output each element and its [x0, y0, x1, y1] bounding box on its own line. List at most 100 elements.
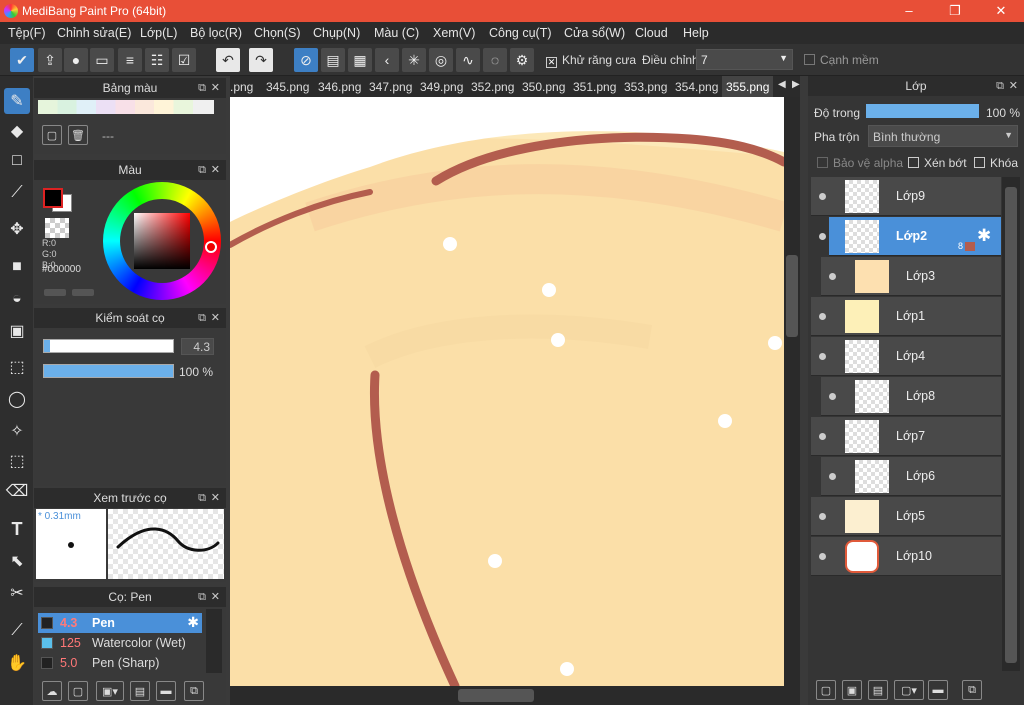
popout-icon[interactable]: ⧉ — [198, 78, 206, 98]
brush-tool-icon[interactable]: ✎ — [4, 88, 30, 114]
magic-wand-tool-icon[interactable]: ✧ — [4, 418, 30, 444]
add-color-button[interactable] — [44, 289, 66, 296]
layer-row[interactable]: Lớp3 — [821, 257, 1001, 296]
tab-file[interactable]: 354.png — [675, 80, 718, 94]
select-pen-tool-icon[interactable]: ⬚ — [4, 448, 30, 474]
hand-tool-icon[interactable]: ✋ — [4, 650, 30, 676]
perspective-snap-icon[interactable]: ‹ — [375, 48, 399, 72]
select-eraser-tool-icon[interactable]: ⌫ — [4, 478, 30, 504]
fill-rect-tool-icon[interactable]: ■ — [4, 254, 30, 280]
new-1bit-layer-icon[interactable]: ▤ — [868, 680, 888, 700]
soft-edge-checkbox[interactable] — [804, 54, 815, 65]
dot-tool-icon[interactable]: ⟋ — [4, 180, 30, 206]
new-halftone-layer-icon[interactable]: ▣ — [842, 680, 862, 700]
scrollbar-thumb[interactable] — [1005, 187, 1017, 663]
close-icon[interactable]: ✕ — [211, 160, 220, 180]
blend-mode-select[interactable]: Bình thường ▼ — [868, 125, 1018, 147]
visibility-eye-icon[interactable] — [819, 193, 826, 200]
delete-palette-icon[interactable]: 🗑 — [68, 125, 88, 145]
menu-color[interactable]: Màu (C) — [374, 26, 419, 40]
canvas[interactable] — [230, 97, 784, 686]
menu-filter[interactable]: Bộ lọc(R) — [190, 26, 242, 40]
popout-icon[interactable]: ⧉ — [996, 76, 1004, 96]
maximize-button[interactable]: ❐ — [932, 0, 978, 22]
list-icon[interactable]: ☷ — [145, 48, 169, 72]
tab-file[interactable]: 353.png — [624, 80, 667, 94]
curve-snap-icon[interactable]: ∿ — [456, 48, 480, 72]
hue-handle[interactable] — [205, 241, 217, 253]
share-icon[interactable]: ⇪ — [38, 48, 62, 72]
visibility-eye-icon[interactable] — [819, 553, 826, 560]
menu-tools[interactable]: Công cụ(T) — [489, 26, 552, 40]
menu-layer[interactable]: Lớp(L) — [140, 26, 177, 40]
canvas-vertical-scrollbar[interactable] — [784, 97, 800, 686]
layer-row[interactable]: Lớp9 — [811, 177, 1001, 216]
menu-file[interactable]: Tệp(F) — [8, 26, 46, 40]
cloud-save-icon[interactable]: ✔ — [10, 48, 34, 72]
gradient-tool-icon[interactable]: ▣ — [4, 318, 30, 344]
brush-settings-icon[interactable]: ▤ — [130, 681, 150, 701]
comment-icon[interactable]: ● — [64, 48, 88, 72]
layer-list-scrollbar[interactable] — [1002, 177, 1020, 671]
menu-cloud[interactable]: Cloud — [635, 26, 668, 40]
close-icon[interactable]: ✕ — [211, 587, 220, 607]
popout-icon[interactable]: ⧉ — [198, 308, 206, 328]
close-button[interactable]: ✕ — [978, 0, 1024, 22]
brush-menu-icon[interactable]: ▣▾ — [96, 681, 124, 701]
eyedropper-button[interactable] — [72, 289, 94, 296]
tab-file[interactable]: 352.png — [471, 80, 514, 94]
clipping-checkbox[interactable] — [908, 157, 919, 168]
menu-view[interactable]: Xem(V) — [433, 26, 475, 40]
canvas-horizontal-scrollbar[interactable] — [230, 686, 800, 705]
layer-row[interactable]: Lớp6 — [821, 457, 1001, 496]
snap-settings-icon[interactable]: ⚙ — [510, 48, 534, 72]
tab-file[interactable]: 349.png — [420, 80, 463, 94]
transparent-color-swatch[interactable] — [45, 218, 69, 238]
close-icon[interactable]: ✕ — [211, 488, 220, 508]
popout-icon[interactable]: ⧉ — [198, 488, 206, 508]
brush-size-input[interactable]: 4.3 — [181, 338, 214, 355]
menu-snap[interactable]: Chụp(N) — [313, 26, 360, 40]
menu-help[interactable]: Help — [683, 26, 709, 40]
saturation-value-square[interactable] — [134, 213, 190, 269]
minimize-button[interactable]: – — [886, 0, 932, 22]
shape-tool-icon[interactable]: □ — [4, 148, 30, 174]
parallel-snap-icon[interactable]: ▤ — [321, 48, 345, 72]
visibility-eye-icon[interactable] — [829, 393, 836, 400]
visibility-eye-icon[interactable] — [819, 353, 826, 360]
new-palette-icon[interactable]: ▢ — [42, 125, 62, 145]
antialias-checkbox[interactable]: ✕ — [546, 57, 557, 68]
tab-scroll-right-icon[interactable]: ▶ — [792, 79, 800, 90]
layer-row-selected[interactable]: Lớp2 8 ✱ — [819, 217, 1001, 256]
visibility-eye-icon[interactable] — [829, 473, 836, 480]
concentric-snap-icon[interactable]: ◎ — [429, 48, 453, 72]
layer-row[interactable]: Lớp5 — [811, 497, 1001, 536]
brush-item-watercolor[interactable]: 125 Watercolor (Wet) — [38, 633, 202, 653]
tab-active[interactable]: 355.png — [722, 76, 774, 97]
move-tool-icon[interactable]: ✥ — [4, 216, 30, 242]
operation-tool-icon[interactable]: ⬉ — [4, 548, 30, 574]
redo-icon[interactable]: ↷ — [249, 48, 273, 72]
layer-row[interactable]: Lớp10 — [811, 537, 1001, 576]
popout-icon[interactable]: ⧉ — [198, 160, 206, 180]
palette-swatches[interactable] — [38, 100, 214, 114]
tab-scroll-left-icon[interactable]: ◀ — [778, 79, 786, 90]
divide-tool-icon[interactable]: ✂ — [4, 580, 30, 606]
tab-file[interactable]: 345.png — [266, 80, 309, 94]
text-tool-icon[interactable]: T — [4, 516, 30, 542]
protect-alpha-checkbox[interactable] — [817, 157, 828, 168]
adjust-select[interactable]: 7 ▼ — [696, 49, 793, 70]
visibility-eye-icon[interactable] — [819, 313, 826, 320]
foreground-color-swatch[interactable] — [43, 188, 63, 208]
ellipse-snap-icon[interactable]: ◌ — [483, 48, 507, 72]
cloud-brush-icon[interactable]: ☁ — [42, 681, 62, 701]
duplicate-layer-icon[interactable]: ⧉ — [962, 680, 982, 700]
gear-icon[interactable]: ✱ — [187, 614, 199, 631]
visibility-eye-icon[interactable] — [819, 233, 826, 240]
select-tool-icon[interactable]: ⬚ — [4, 354, 30, 380]
brush-opacity-slider[interactable] — [43, 364, 174, 378]
tab-file[interactable]: .png — [230, 80, 253, 94]
close-icon[interactable]: ✕ — [211, 308, 220, 328]
new-folder-icon[interactable]: ▬ — [928, 680, 948, 700]
tab-file[interactable]: 350.png — [522, 80, 565, 94]
